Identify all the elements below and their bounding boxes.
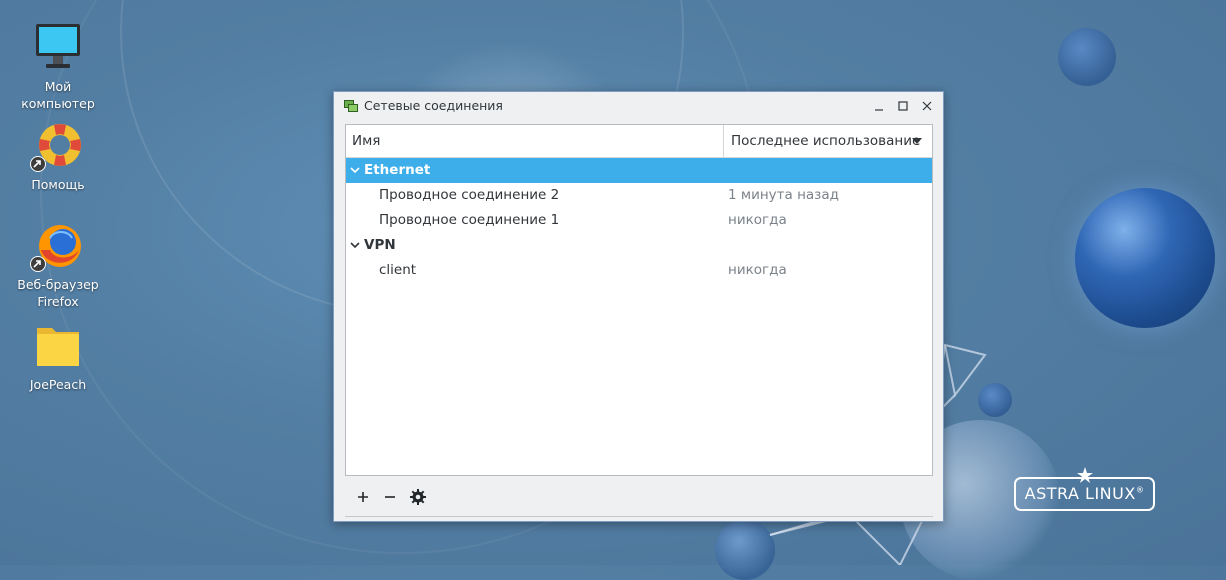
network-connections-window: Сетевые соединения Имя Последнее использ…: [333, 91, 944, 522]
firefox-icon: [30, 220, 84, 272]
desktop-icon-help[interactable]: Помощь: [8, 120, 108, 193]
divider: [345, 516, 933, 517]
connection-row[interactable]: client никогда: [346, 258, 932, 283]
minimize-icon[interactable]: [871, 98, 887, 114]
column-header-last-used[interactable]: Последнее использование: [724, 125, 932, 157]
shortcut-arrow-icon: [30, 256, 46, 272]
group-label: VPN: [364, 237, 396, 253]
astra-linux-logo: ASTRA LINUX®: [1014, 477, 1155, 511]
column-header-name[interactable]: Имя: [346, 125, 724, 157]
desktop-icon-label: JoePeach: [29, 377, 87, 392]
window-titlebar[interactable]: Сетевые соединения: [334, 92, 943, 120]
astra-logo-registered: ®: [1135, 485, 1145, 495]
chevron-down-icon[interactable]: [350, 165, 360, 175]
connection-name: client: [379, 262, 417, 278]
add-connection-button[interactable]: [352, 486, 374, 508]
group-row-ethernet[interactable]: Ethernet: [346, 158, 932, 183]
connection-name: Проводное соединение 2: [379, 187, 560, 203]
wallpaper-orb: [1075, 188, 1215, 328]
desktop-icon-joepeach-folder[interactable]: JoePeach: [8, 320, 108, 393]
desktop-icon-my-computer[interactable]: Мой компьютер: [8, 22, 108, 112]
connection-row[interactable]: Проводное соединение 2 1 минута назад: [346, 183, 932, 208]
connection-name: Проводное соединение 1: [379, 212, 560, 228]
window-title: Сетевые соединения: [364, 98, 503, 113]
desktop-icon-label: Помощь: [31, 177, 85, 192]
remove-connection-button[interactable]: [379, 486, 401, 508]
chevron-down-icon[interactable]: [350, 240, 360, 250]
astra-logo-text: ASTRA LINUX: [1024, 484, 1136, 503]
connection-last-used: 1 минута назад: [728, 187, 839, 203]
tree-header: Имя Последнее использование: [346, 125, 932, 158]
monitor-icon: [32, 22, 84, 74]
connection-last-used: никогда: [728, 262, 787, 278]
gear-icon[interactable]: [407, 486, 429, 508]
connection-row[interactable]: Проводное соединение 1 никогда: [346, 208, 932, 233]
shortcut-arrow-icon: [30, 156, 46, 172]
group-row-vpn[interactable]: VPN: [346, 233, 932, 258]
folder-icon: [32, 320, 84, 372]
desktop-icon-firefox[interactable]: Веб-браузер Firefox: [8, 220, 108, 310]
close-icon[interactable]: [919, 98, 935, 114]
column-header-last-used-label: Последнее использование: [731, 133, 921, 149]
connection-last-used: никогда: [728, 212, 787, 228]
desktop-icon-label: Веб-браузер: [17, 277, 99, 292]
group-label: Ethernet: [364, 162, 431, 178]
connections-tree[interactable]: Имя Последнее использование Ethernet Про…: [345, 124, 933, 476]
desktop-icon-label: Firefox: [37, 294, 79, 309]
desktop-icon-label: компьютер: [21, 96, 95, 111]
desktop-icon-label: Мой: [44, 79, 72, 94]
sort-arrow-icon: [912, 138, 922, 144]
wallpaper-orb: [1058, 28, 1116, 86]
maximize-icon[interactable]: [895, 98, 911, 114]
lifebuoy-icon: [30, 120, 84, 172]
network-connections-icon: [344, 100, 358, 112]
